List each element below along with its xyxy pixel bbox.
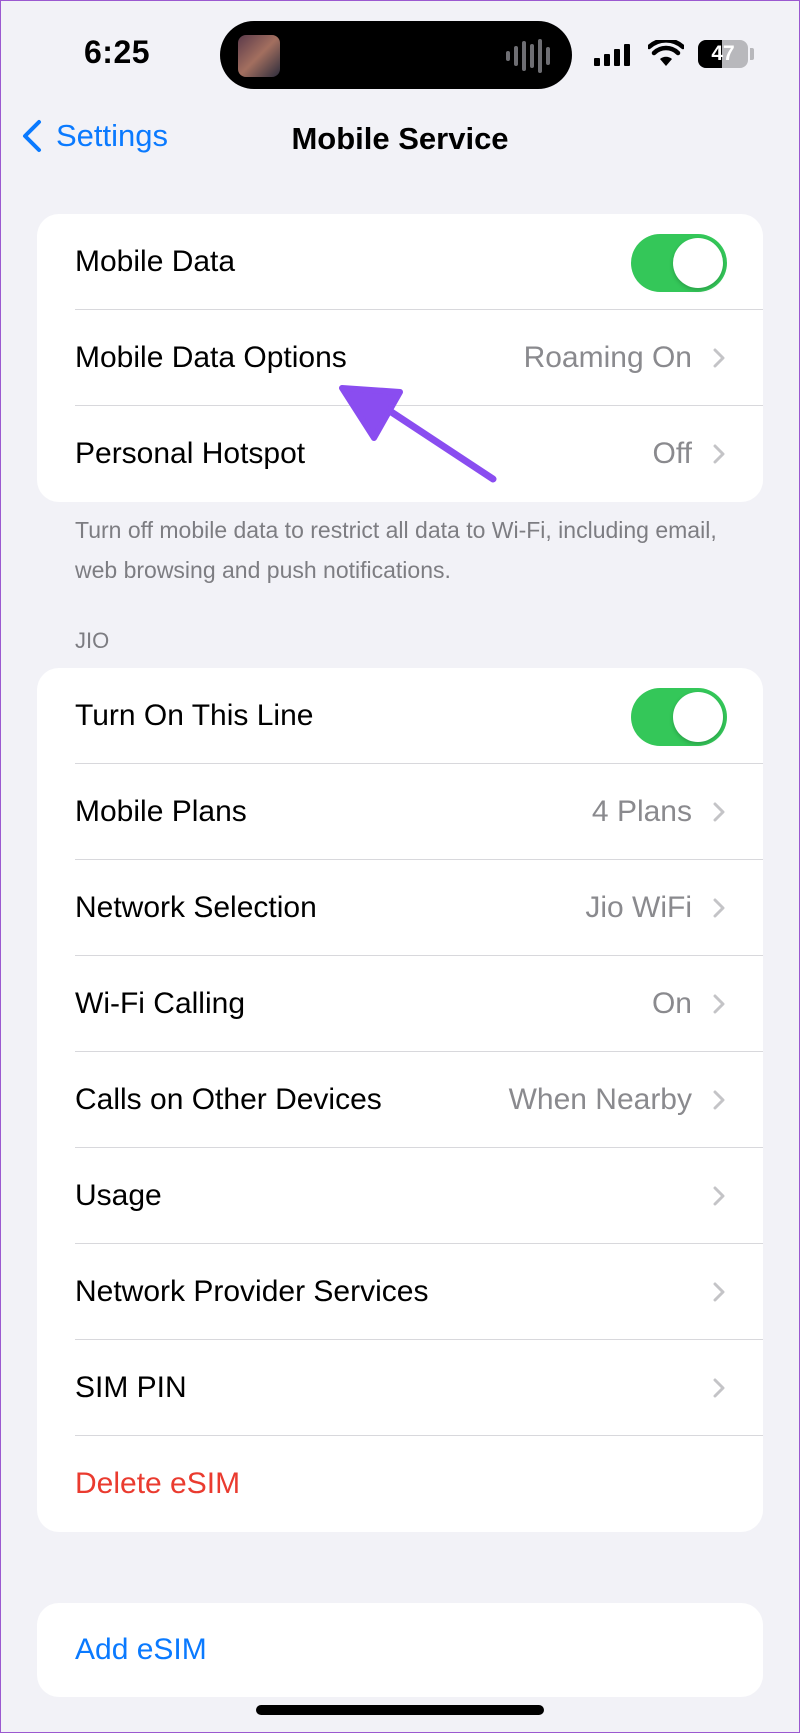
chevron-right-icon — [713, 1282, 725, 1302]
home-indicator[interactable] — [256, 1705, 544, 1715]
row-label: Wi-Fi Calling — [75, 987, 246, 1020]
chevron-right-icon — [713, 994, 725, 1014]
toggle-knob — [673, 692, 723, 742]
row-label: Calls on Other Devices — [75, 1083, 382, 1116]
row-turn-on-this-line: Turn On This Line — [37, 668, 763, 764]
row-mobile-plans[interactable]: Mobile Plans 4 Plans — [37, 764, 763, 860]
mobile-data-toggle[interactable] — [631, 234, 727, 292]
row-mobile-data: Mobile Data — [37, 214, 763, 310]
chevron-right-icon — [713, 802, 725, 822]
arrow-annotation-icon — [339, 385, 497, 483]
row-value: Jio WiFi — [585, 891, 692, 924]
row-network-selection[interactable]: Network Selection Jio WiFi — [37, 860, 763, 956]
status-time: 6:25 — [84, 34, 151, 70]
jio-line-group: Turn On This Line Mobile Plans 4 Plans N… — [37, 668, 763, 1532]
row-value: Off — [652, 437, 692, 470]
row-label: Personal Hotspot — [75, 437, 306, 470]
battery-icon: 47 — [698, 40, 748, 68]
wifi-icon — [648, 40, 684, 66]
row-label: Turn On This Line — [75, 699, 314, 732]
battery-percentage: 47 — [711, 42, 735, 65]
row-sim-pin[interactable]: SIM PIN — [37, 1340, 763, 1436]
section-header-jio: JIO — [75, 628, 110, 653]
row-label: SIM PIN — [75, 1371, 187, 1404]
mobile-data-footer-note: Turn off mobile data to restrict all dat… — [75, 517, 717, 583]
turn-on-line-toggle[interactable] — [631, 688, 727, 746]
battery-tip — [750, 48, 754, 60]
chevron-right-icon — [713, 1090, 725, 1110]
now-playing-artwork — [238, 35, 280, 77]
row-label: Network Selection — [75, 891, 317, 924]
chevron-right-icon — [713, 1378, 725, 1398]
row-value: When Nearby — [508, 1083, 692, 1116]
row-value: On — [651, 987, 692, 1020]
row-network-provider-services[interactable]: Network Provider Services — [37, 1244, 763, 1340]
chevron-right-icon — [713, 444, 725, 464]
audio-waveform-icon — [506, 39, 550, 73]
add-esim-group: Add eSIM — [37, 1603, 763, 1697]
chevron-right-icon — [713, 898, 725, 918]
row-calls-on-other-devices[interactable]: Calls on Other Devices When Nearby — [37, 1052, 763, 1148]
row-value: 4 Plans — [591, 795, 692, 828]
row-usage[interactable]: Usage — [37, 1148, 763, 1244]
delete-esim-label: Delete eSIM — [75, 1467, 241, 1500]
add-esim-button[interactable]: Add eSIM — [37, 1603, 763, 1697]
row-value: Roaming On — [523, 341, 692, 374]
row-label: Mobile Plans — [75, 795, 247, 828]
row-label: Network Provider Services — [75, 1275, 429, 1308]
dynamic-island[interactable] — [220, 21, 572, 89]
row-wifi-calling[interactable]: Wi-Fi Calling On — [37, 956, 763, 1052]
chevron-right-icon — [713, 348, 725, 368]
delete-esim-button[interactable]: Delete eSIM — [37, 1436, 763, 1532]
page-title: Mobile Service — [291, 121, 509, 156]
cellular-signal-icon — [594, 44, 630, 66]
add-esim-label: Add eSIM — [75, 1633, 207, 1666]
toggle-knob — [673, 238, 723, 288]
status-bar: 6:25 47 — [0, 0, 800, 100]
row-label: Usage — [75, 1179, 162, 1212]
chevron-right-icon — [713, 1186, 725, 1206]
row-label: Mobile Data Options — [75, 341, 347, 374]
row-label: Mobile Data — [75, 245, 236, 278]
